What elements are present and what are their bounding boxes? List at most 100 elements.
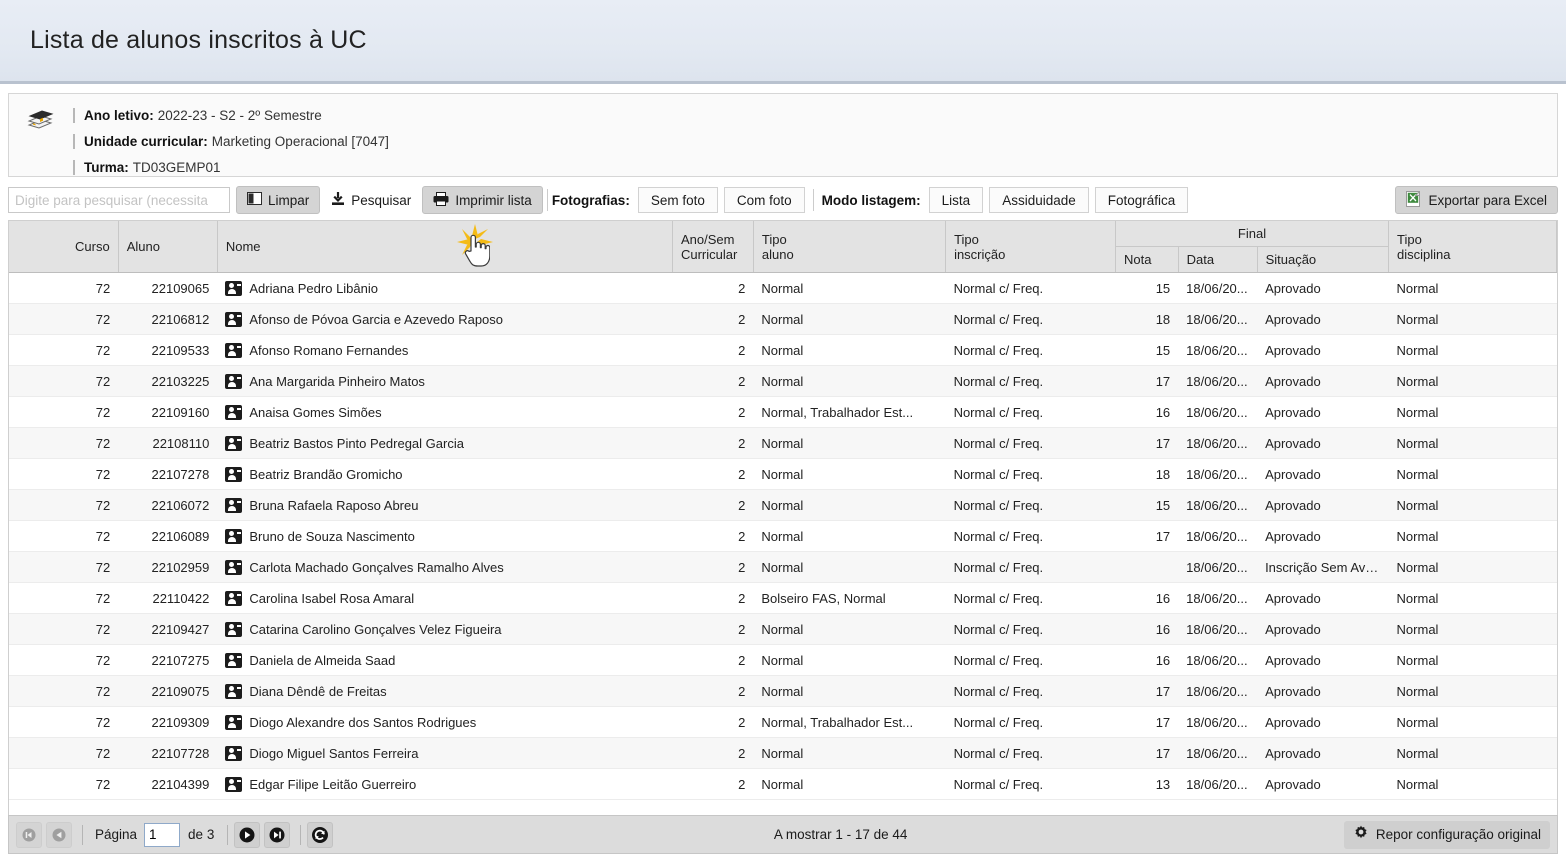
reset-configuration-button[interactable]: Repor configuração original [1343, 820, 1551, 849]
photos-option-sem-foto[interactable]: Sem foto [637, 187, 718, 213]
photos-option-sem-foto-label: Sem foto [650, 192, 705, 208]
table-row[interactable]: 72 22109065 Adriana Pedro Libânio 2 Normal No… [9, 272, 1557, 304]
export-excel-button[interactable]: Exportar para Excel [1395, 186, 1558, 214]
table-row[interactable]: 72 22104399 Edgar Filipe Leitão Guerreiro 2… [9, 768, 1557, 800]
cell-curso: 72 [9, 675, 119, 707]
showing-range-label: A mostrar 1 - 17 de 44 [773, 827, 908, 842]
cell-aluno: 22106072 [118, 489, 218, 521]
cell-aluno: 22108110 [118, 427, 218, 459]
table-row[interactable]: 72 22106072 Bruna Rafaela Raposo Abreu 2 Nor… [9, 489, 1557, 521]
table-row[interactable]: 72 22107728 Diogo Miguel Santos Ferreira 2 N… [9, 737, 1557, 769]
col-header-aluno[interactable]: Aluno [118, 221, 218, 273]
cell-nota: 15 [1115, 334, 1179, 366]
col-header-tipo-disciplina[interactable]: Tipo disciplina [1388, 221, 1557, 273]
person-photo-icon[interactable] [225, 466, 243, 482]
toolbar-divider [812, 189, 814, 211]
cell-ano-sem: 2 [672, 365, 754, 397]
person-photo-icon[interactable] [225, 435, 243, 451]
print-list-button[interactable]: Imprimir lista [422, 186, 543, 214]
listing-mode-fotografica[interactable]: Fotográfica [1094, 187, 1189, 213]
cell-nome: Adriana Pedro Libânio [217, 272, 673, 304]
person-photo-icon[interactable] [225, 559, 243, 575]
person-photo-icon[interactable] [225, 373, 243, 389]
table-row[interactable]: 72 22109427 Catarina Carolino Gonçalves Ve… [9, 613, 1557, 645]
cell-situacao: Aprovado [1257, 706, 1389, 738]
photos-option-com-foto-label: Com foto [736, 192, 792, 208]
info-value-unidade-curricular: Marketing Operacional [7047] [211, 133, 389, 149]
search-button[interactable]: Pesquisar [320, 186, 422, 214]
page-number-input[interactable] [144, 822, 181, 847]
cell-curso: 72 [9, 644, 119, 676]
table-row[interactable]: 72 22106812 Afonso de Póvoa Garcia e Azeve… [9, 303, 1557, 335]
table-row[interactable]: 72 22102959 Carlota Machado Gonçalves Rama… [9, 551, 1557, 583]
students-table-container[interactable]: Curso Aluno Nome Ano/Sem Curricular Tipo… [8, 220, 1558, 815]
student-name-label: Edgar Filipe Leitão Guerreiro [249, 776, 417, 792]
table-row[interactable]: 72 22107275 Daniela de Almeida Saad 2 Normal… [9, 644, 1557, 676]
table-row[interactable]: 72 22103225 Ana Margarida Pinheiro Matos 2 N… [9, 365, 1557, 397]
next-page-button[interactable] [234, 821, 261, 848]
photos-option-com-foto[interactable]: Com foto [723, 187, 805, 213]
table-row[interactable]: 72 22106089 Bruno de Souza Nascimento 2 Norm… [9, 520, 1557, 552]
cell-aluno: 22109427 [118, 613, 218, 645]
first-page-button[interactable] [16, 821, 42, 848]
cell-nota: 17 [1115, 675, 1179, 707]
cell-nota: 16 [1115, 396, 1179, 428]
table-row[interactable]: 72 22109533 Afonso Romano Fernandes 2 Normal… [9, 334, 1557, 366]
person-photo-icon[interactable] [225, 311, 243, 327]
cell-aluno: 22103225 [118, 365, 218, 397]
cell-curso: 72 [9, 737, 119, 769]
info-row-divider-icon [73, 159, 75, 175]
listing-mode-lista-label: Lista [941, 192, 971, 208]
col-header-ano-sem-curricular[interactable]: Ano/Sem Curricular [672, 221, 754, 273]
col-header-situacao[interactable]: Situação [1257, 246, 1390, 273]
person-photo-icon[interactable] [225, 342, 243, 358]
person-photo-icon[interactable] [225, 528, 243, 544]
student-name-label: Afonso Romano Fernandes [249, 342, 409, 358]
cell-tipo-aluno: Normal [753, 458, 946, 490]
col-header-tipo-aluno[interactable]: Tipo aluno [753, 221, 947, 273]
cell-tipo-inscricao: Normal c/ Freq. [945, 303, 1116, 335]
page-root: Lista de alunos inscritos à UC Ano letiv… [0, 0, 1566, 854]
person-photo-icon[interactable] [225, 280, 243, 296]
person-photo-icon[interactable] [225, 497, 243, 513]
col-header-curso[interactable]: Curso [9, 221, 119, 273]
cell-nome: Catarina Carolino Gonçalves Velez Figuei… [217, 613, 673, 645]
table-row[interactable]: 72 22109309 Diogo Alexandre dos Santos Rod… [9, 706, 1557, 738]
table-row[interactable]: 72 22108110 Beatriz Bastos Pinto Pedregal … [9, 427, 1557, 459]
cell-data: 18/06/20... [1178, 551, 1258, 583]
person-photo-icon[interactable] [225, 652, 243, 668]
person-photo-icon[interactable] [225, 404, 243, 420]
cell-data: 18/06/20... [1178, 768, 1258, 800]
last-page-button[interactable] [264, 821, 291, 848]
col-header-nome[interactable]: Nome [217, 221, 673, 273]
table-row[interactable]: 72 22110422 Carolina Isabel Rosa Amaral 2 Bo… [9, 582, 1557, 614]
person-photo-icon[interactable] [225, 621, 243, 637]
cell-aluno: 22106812 [118, 303, 218, 335]
table-row[interactable]: 72 22107278 Beatriz Brandão Gromicho 2 Norma… [9, 458, 1557, 490]
previous-page-button[interactable] [46, 821, 72, 848]
refresh-button[interactable] [307, 821, 334, 848]
cell-tipo-aluno: Normal [753, 551, 946, 583]
listing-mode-assiduidade[interactable]: Assiduidade [989, 187, 1089, 213]
col-header-data[interactable]: Data [1178, 246, 1258, 273]
person-photo-icon[interactable] [225, 683, 243, 699]
cell-nome: Diana Dêndê de Freitas [217, 675, 673, 707]
col-header-tipo-inscricao[interactable]: Tipo inscrição [945, 221, 1116, 273]
listing-mode-lista[interactable]: Lista [928, 187, 984, 213]
table-row[interactable]: 72 22109075 Diana Dêndê de Freitas 2 Normal N… [9, 675, 1557, 707]
col-header-nota[interactable]: Nota [1115, 246, 1179, 273]
clear-icon [247, 192, 262, 208]
person-photo-icon[interactable] [225, 745, 243, 761]
cell-tipo-disciplina: Normal [1388, 272, 1557, 304]
cell-tipo-disciplina: Normal [1388, 644, 1557, 676]
cell-nome: Beatriz Brandão Gromicho [217, 458, 673, 490]
cell-situacao: Aprovado [1257, 427, 1389, 459]
person-photo-icon[interactable] [225, 590, 243, 606]
search-input[interactable] [8, 187, 230, 213]
person-photo-icon[interactable] [225, 714, 243, 730]
cell-nome: Beatriz Bastos Pinto Pedregal Garcia [217, 427, 673, 459]
clear-button[interactable]: Limpar [236, 186, 321, 214]
table-row[interactable]: 72 22109160 Anaisa Gomes Simões 2 Normal, Tr… [9, 396, 1557, 428]
cell-nome: Edgar Filipe Leitão Guerreiro [217, 768, 673, 800]
person-photo-icon[interactable] [225, 776, 243, 792]
